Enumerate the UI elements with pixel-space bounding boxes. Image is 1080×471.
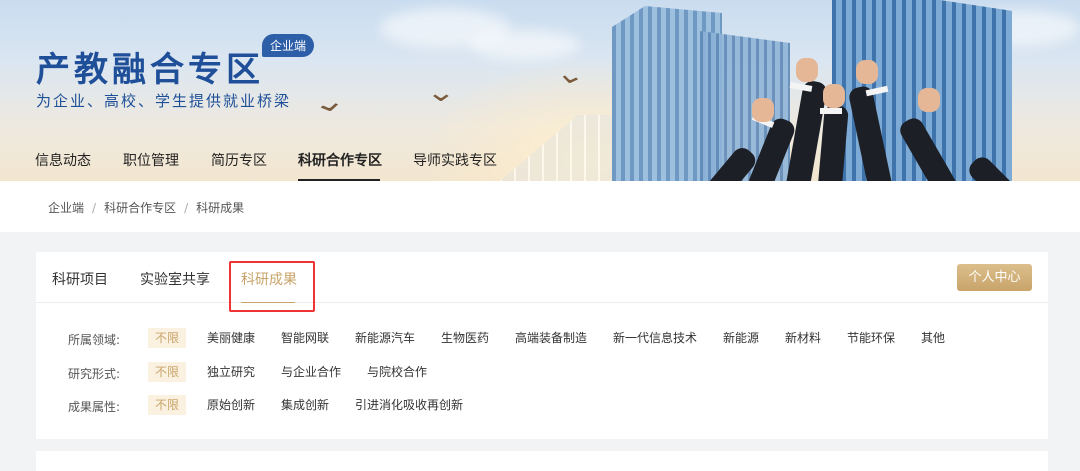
portal-badge: 企业端: [262, 34, 315, 57]
breadcrumb-current: 科研成果: [196, 201, 245, 215]
filter-option[interactable]: 生物医药: [434, 328, 496, 348]
breadcrumb-item[interactable]: 科研合作专区: [104, 201, 176, 215]
filter-option[interactable]: 新材料: [778, 328, 828, 348]
tab-research-projects[interactable]: 科研项目: [52, 269, 108, 289]
nav-item-jobs[interactable]: 职位管理: [123, 150, 179, 170]
filter-option[interactable]: 与院校合作: [360, 362, 434, 382]
bird-icon: ⌄: [425, 78, 457, 108]
breadcrumb-bar: 企业端 / 科研合作专区 / 科研成果: [0, 181, 1080, 232]
personal-center-button[interactable]: 个人中心: [957, 264, 1032, 291]
nav-item-mentor[interactable]: 导师实践专区: [413, 150, 497, 170]
filter-label: 成果属性:: [68, 400, 121, 414]
hero-banner: ⌄ ⌄ ⌄ 产教融合专区 企业端 为企业、高校、学生提供就业桥梁 信息动态 职位…: [0, 0, 1080, 181]
filter-option[interactable]: 美丽健康: [200, 328, 262, 348]
filter-label: 所属领域:: [68, 333, 121, 347]
annotation-highlight-box: [229, 261, 315, 312]
filter-label: 研究形式:: [68, 367, 121, 381]
filter-option[interactable]: 新能源汽车: [348, 328, 422, 348]
nav-item-resumes[interactable]: 简历专区: [211, 150, 267, 170]
filter-option[interactable]: 引进消化吸收再创新: [348, 395, 470, 415]
filter-option-selected[interactable]: 不限: [148, 362, 187, 382]
cloud: [470, 30, 580, 60]
results-list-card: [36, 451, 1048, 471]
page-title: 产教融合专区: [36, 50, 264, 90]
filter-option[interactable]: 其他: [914, 328, 952, 348]
filter-option[interactable]: 新能源: [716, 328, 766, 348]
breadcrumb: 企业端 / 科研合作专区 / 科研成果: [48, 199, 244, 216]
filter-option[interactable]: 原始创新: [200, 395, 262, 415]
nav-item-research[interactable]: 科研合作专区: [298, 150, 382, 170]
bird-icon: ⌄: [309, 85, 349, 121]
filter-option[interactable]: 与企业合作: [274, 362, 348, 382]
filter-option[interactable]: 智能网联: [274, 328, 336, 348]
filter-option[interactable]: 集成创新: [274, 395, 336, 415]
results-card: 科研项目 实验室共享 科研成果 个人中心 所属领域: 不限 美丽健康 智能网联 …: [36, 252, 1048, 439]
filter-option[interactable]: 新一代信息技术: [606, 328, 704, 348]
filter-option-selected[interactable]: 不限: [148, 395, 187, 415]
nav-item-news[interactable]: 信息动态: [35, 150, 91, 170]
breadcrumb-item[interactable]: 企业端: [48, 201, 84, 215]
tab-bar: 科研项目 实验室共享 科研成果 个人中心: [36, 252, 1048, 312]
page-subtitle: 为企业、高校、学生提供就业桥梁: [36, 92, 292, 110]
filter-option[interactable]: 节能环保: [840, 328, 902, 348]
filter-option[interactable]: 独立研究: [200, 362, 262, 382]
breadcrumb-separator: /: [184, 201, 189, 215]
filter-option-selected[interactable]: 不限: [148, 328, 187, 348]
breadcrumb-separator: /: [92, 201, 97, 215]
bird-icon: ⌄: [553, 57, 589, 93]
filter-option[interactable]: 高端装备制造: [508, 328, 594, 348]
tab-lab-sharing[interactable]: 实验室共享: [140, 269, 210, 289]
